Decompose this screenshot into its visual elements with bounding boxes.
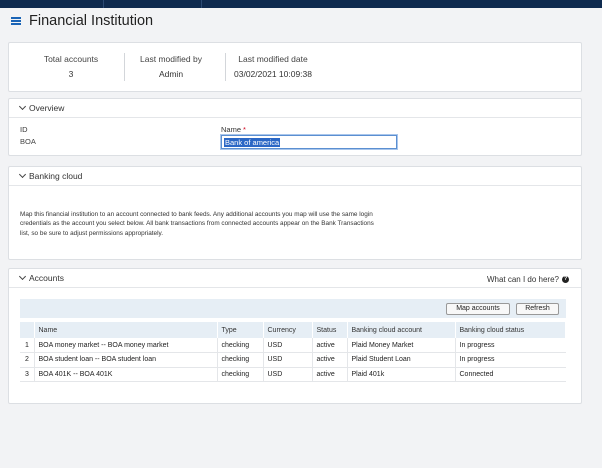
nav-divider bbox=[103, 0, 104, 8]
column-header-banking-cloud-account[interactable]: Banking cloud account bbox=[347, 322, 456, 338]
account-type-cell: checking bbox=[217, 352, 264, 368]
page-header: Financial Institution bbox=[0, 8, 602, 34]
status-cell: active bbox=[312, 367, 348, 382]
summary-last-modified-date: Last modified date 03/02/2021 10:09:38 bbox=[230, 43, 316, 93]
question-mark-icon[interactable]: ? bbox=[562, 276, 569, 283]
account-name-cell[interactable]: BOA student loan -- BOA student loan bbox=[34, 352, 218, 368]
name-input-value[interactable]: Bank of america bbox=[224, 137, 281, 147]
summary-total-accounts: Total accounts 3 bbox=[31, 43, 111, 93]
status-cell: active bbox=[312, 352, 348, 368]
summary-label: Last modified date bbox=[238, 54, 308, 64]
accounts-toolbar: Map accounts Refresh bbox=[20, 299, 566, 318]
status-cell: active bbox=[312, 338, 348, 353]
accounts-table: Name Type Currency Status Banking cloud … bbox=[20, 322, 566, 382]
banking-cloud-status-cell: In progress bbox=[455, 352, 566, 368]
column-header-banking-cloud-status[interactable]: Banking cloud status bbox=[455, 322, 566, 338]
map-accounts-button[interactable]: Map accounts bbox=[446, 303, 510, 315]
banking-cloud-status-cell: Connected bbox=[455, 367, 566, 382]
currency-cell: USD bbox=[263, 338, 313, 353]
summary-value: 03/02/2021 10:09:38 bbox=[234, 69, 312, 79]
banking-cloud-account-cell[interactable]: Plaid Student Loan bbox=[347, 352, 456, 368]
banking-cloud-section: Banking cloud Map this financial institu… bbox=[8, 166, 582, 260]
page-title: Financial Institution bbox=[29, 13, 154, 29]
summary-divider bbox=[225, 53, 226, 81]
overview-section: Overview ID BOA Name * Bank of america bbox=[8, 98, 582, 156]
help-text[interactable]: What can I do here? bbox=[487, 275, 559, 284]
summary-divider bbox=[124, 53, 125, 81]
summary-card: Total accounts 3 Last modified by Admin … bbox=[8, 42, 582, 92]
table-header-row: Name Type Currency Status Banking cloud … bbox=[20, 322, 566, 338]
section-title: Overview bbox=[29, 103, 65, 113]
banking-cloud-account-cell[interactable]: Plaid 401k bbox=[347, 367, 456, 382]
name-label: Name * bbox=[221, 125, 246, 134]
banking-cloud-header[interactable]: Banking cloud bbox=[9, 167, 581, 186]
column-header-currency[interactable]: Currency bbox=[263, 322, 313, 338]
summary-label: Last modified by bbox=[140, 54, 202, 64]
summary-value: Admin bbox=[158, 69, 184, 79]
id-value: BOA bbox=[20, 137, 36, 146]
nav-divider bbox=[201, 0, 202, 8]
column-header-type[interactable]: Type bbox=[217, 322, 264, 338]
column-header-name[interactable]: Name bbox=[34, 322, 218, 338]
row-number: 2 bbox=[20, 352, 35, 368]
column-header bbox=[20, 322, 35, 338]
row-number: 3 bbox=[20, 367, 35, 382]
refresh-button[interactable]: Refresh bbox=[516, 303, 559, 315]
column-header-status[interactable]: Status bbox=[312, 322, 348, 338]
table-row[interactable]: 2 BOA student loan -- BOA student loan c… bbox=[20, 352, 566, 368]
hamburger-menu-icon[interactable] bbox=[11, 16, 21, 26]
help-link[interactable]: What can I do here? ? bbox=[487, 275, 569, 284]
name-label-text: Name bbox=[221, 125, 242, 134]
account-name-cell[interactable]: BOA money market -- BOA money market bbox=[34, 338, 218, 353]
accounts-section: Accounts What can I do here? ? Map accou… bbox=[8, 268, 582, 404]
chevron-down-icon[interactable] bbox=[18, 102, 27, 111]
currency-cell: USD bbox=[263, 352, 313, 368]
banking-cloud-account-cell[interactable]: Plaid Money Market bbox=[347, 338, 456, 353]
section-title: Banking cloud bbox=[29, 171, 83, 181]
banking-cloud-description: Map this financial institution to an acc… bbox=[20, 211, 374, 237]
currency-cell: USD bbox=[263, 367, 313, 382]
chevron-down-icon[interactable] bbox=[18, 272, 27, 281]
name-input[interactable]: Bank of america bbox=[221, 135, 397, 149]
chevron-down-icon[interactable] bbox=[18, 170, 27, 179]
account-name-cell[interactable]: BOA 401K -- BOA 401K bbox=[34, 367, 218, 382]
top-navigation-bar bbox=[0, 0, 602, 8]
summary-label: Total accounts bbox=[43, 54, 99, 64]
banking-cloud-status-cell: In progress bbox=[455, 338, 566, 353]
id-label: ID bbox=[20, 125, 28, 134]
row-number: 1 bbox=[20, 338, 35, 353]
account-type-cell: checking bbox=[217, 338, 264, 353]
table-row[interactable]: 1 BOA money market -- BOA money market c… bbox=[20, 338, 566, 353]
account-type-cell: checking bbox=[217, 367, 264, 382]
table-row[interactable]: 3 BOA 401K -- BOA 401K checking USD acti… bbox=[20, 367, 566, 382]
required-marker: * bbox=[243, 125, 246, 134]
overview-header[interactable]: Overview bbox=[9, 99, 581, 118]
summary-last-modified-by: Last modified by Admin bbox=[131, 43, 211, 93]
section-title: Accounts bbox=[29, 273, 64, 283]
summary-value: 3 bbox=[68, 69, 74, 79]
